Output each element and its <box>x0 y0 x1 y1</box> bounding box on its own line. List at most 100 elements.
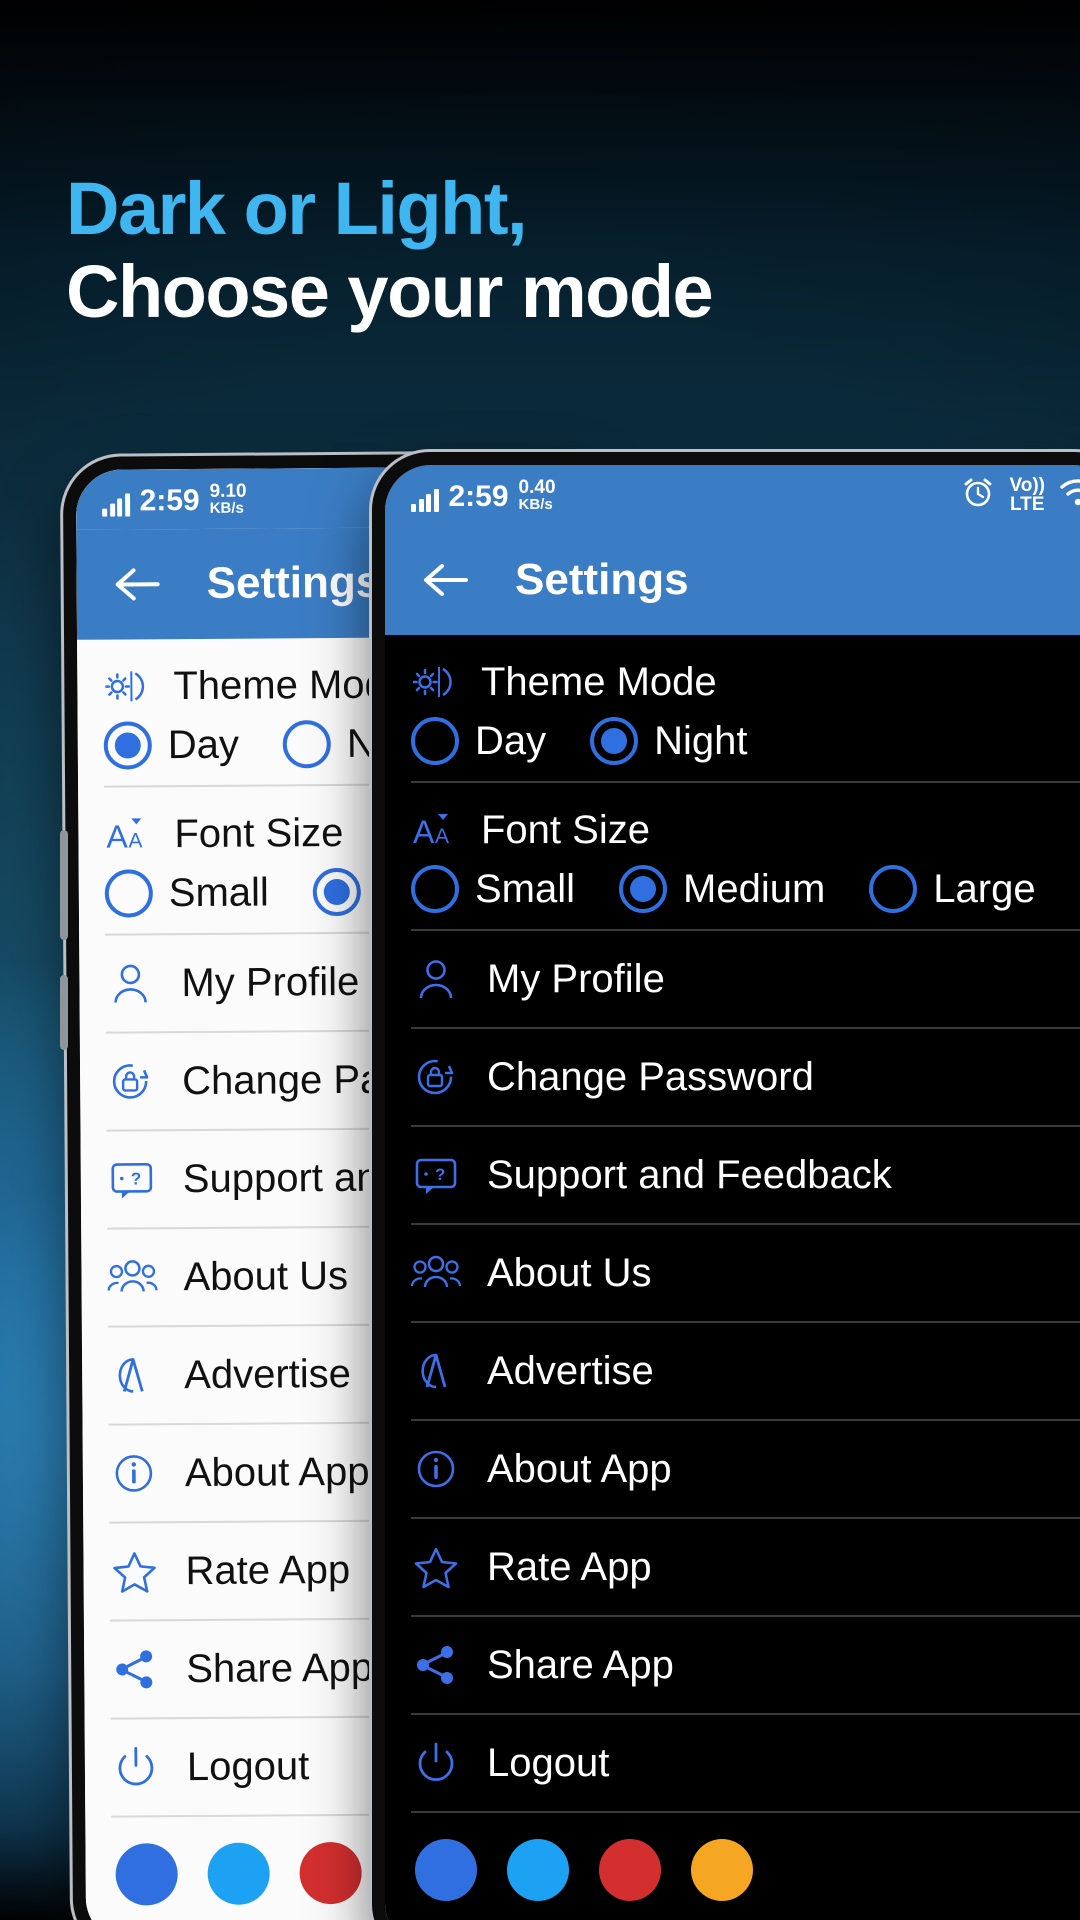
menu-label-light: Rate App <box>185 1547 351 1593</box>
headline: Dark or Light, Choose your mode <box>66 167 926 334</box>
netspeed-unit-light: KB/s <box>209 499 244 517</box>
radio-font-small-light[interactable]: Small <box>104 868 269 918</box>
status-time-dark: 2:59 <box>448 480 509 514</box>
info-icon <box>411 1444 461 1494</box>
menu-label-light: My Profile <box>181 959 360 1005</box>
phone-screen-bezel-dark: 2:59 0.40 KB/s Vo)) LTE Settings Theme M… <box>385 465 1080 1920</box>
star-icon <box>411 1542 461 1592</box>
social-dot[interactable] <box>415 1839 477 1901</box>
menu-item-support-feedback-dark[interactable]: ? Support and Feedback <box>385 1127 1080 1223</box>
menu-label-dark: Change Password <box>487 1054 814 1099</box>
theme-mode-section-dark: Theme Mode Day Night <box>385 635 1080 783</box>
power-icon <box>411 1738 461 1788</box>
menu-label-dark: Advertise <box>487 1348 654 1393</box>
menu-item-about-app-dark[interactable]: About App <box>385 1421 1080 1517</box>
menu-label-dark: Share App <box>487 1642 674 1687</box>
radio-font-large-dark[interactable]: Large <box>869 865 1036 913</box>
radio-font-medium-dark[interactable]: Medium <box>619 865 825 913</box>
headline-line-1: Dark or Light, <box>66 167 528 250</box>
megaphone-icon <box>108 1350 158 1400</box>
menu-label-dark: Logout <box>487 1740 610 1785</box>
group-icon <box>411 1248 461 1298</box>
phone-side-button-power[interactable] <box>60 975 68 1050</box>
radio-theme-day-light[interactable]: Day <box>103 721 240 770</box>
radio-button-large-dark[interactable] <box>869 865 918 913</box>
social-dot[interactable] <box>691 1839 753 1901</box>
svg-text:A: A <box>413 814 435 850</box>
status-netspeed-dark: 0.40 KB/s <box>518 476 556 514</box>
menu-item-change-password-dark[interactable]: Change Password <box>385 1029 1080 1125</box>
info-icon <box>109 1448 159 1498</box>
font-size-label-dark: Font Size <box>481 807 650 852</box>
menu-label-dark: About Us <box>487 1250 652 1295</box>
social-dot[interactable] <box>507 1839 569 1901</box>
signal-bars-icon <box>411 488 439 513</box>
back-arrow-icon[interactable] <box>417 552 473 608</box>
sun-moon-icon <box>411 657 461 707</box>
netspeed-value-dark: 0.40 <box>518 476 556 498</box>
radio-theme-day-dark[interactable]: Day <box>411 717 546 765</box>
radio-button-day-light[interactable] <box>103 721 152 770</box>
phone-mockup-dark: 2:59 0.40 KB/s Vo)) LTE Settings Theme M… <box>372 452 1080 1920</box>
menu-list-dark: My Profile Change Password ? Support and… <box>385 931 1080 1901</box>
chat-help-icon: ? <box>107 1154 157 1204</box>
radio-button-medium-dark[interactable] <box>619 865 668 913</box>
menu-item-my-profile-dark[interactable]: My Profile <box>385 931 1080 1027</box>
netspeed-value-light: 9.10 <box>209 480 247 502</box>
font-size-icon: A A <box>411 805 461 855</box>
status-netspeed-light: 9.10 KB/s <box>209 480 247 517</box>
radio-button-medium-light[interactable] <box>312 867 362 917</box>
radio-label-night-dark: Night <box>654 718 748 763</box>
social-dot[interactable] <box>599 1839 661 1901</box>
settings-content-dark: Theme Mode Day Night A A Font Size Small… <box>385 635 1080 1920</box>
radio-label-large-dark: Large <box>933 866 1036 911</box>
radio-theme-night-dark[interactable]: Night <box>590 717 748 765</box>
netspeed-unit-dark: KB/s <box>518 496 553 514</box>
network-lte-label: LTE <box>1009 494 1045 515</box>
radio-button-small-dark[interactable] <box>411 865 459 913</box>
menu-item-about-us-dark[interactable]: About Us <box>385 1225 1080 1321</box>
social-dot[interactable] <box>207 1842 270 1905</box>
social-dot[interactable] <box>299 1841 362 1905</box>
social-dot[interactable] <box>115 1843 178 1906</box>
status-bar-dark: 2:59 0.40 KB/s Vo)) LTE <box>385 465 1080 525</box>
svg-text:A: A <box>128 829 142 852</box>
font-size-header-dark: A A Font Size <box>385 783 1080 859</box>
font-size-icon: A A <box>104 809 154 859</box>
back-arrow-icon[interactable] <box>108 556 164 612</box>
group-icon <box>107 1252 158 1302</box>
status-bar-left-light: 2:59 9.10 KB/s <box>102 480 247 518</box>
share-icon <box>411 1640 461 1690</box>
menu-item-share-app-dark[interactable]: Share App <box>385 1617 1080 1713</box>
user-icon <box>411 954 461 1004</box>
lock-refresh-icon <box>106 1056 156 1106</box>
signal-bars-icon <box>102 493 130 517</box>
svg-text:A: A <box>435 825 449 848</box>
radio-label-day-light: Day <box>167 722 240 767</box>
radio-font-small-dark[interactable]: Small <box>411 865 575 913</box>
menu-item-logout-dark[interactable]: Logout <box>385 1715 1080 1811</box>
menu-item-advertise-dark[interactable]: Advertise <box>385 1323 1080 1419</box>
radio-button-night-dark[interactable] <box>590 717 639 765</box>
theme-mode-label-dark: Theme Mode <box>481 659 717 704</box>
theme-mode-header-dark: Theme Mode <box>385 635 1080 711</box>
radio-label-small-light: Small <box>168 869 269 915</box>
status-bar-right-dark: Vo)) LTE <box>961 475 1080 516</box>
radio-button-small-light[interactable] <box>104 869 153 918</box>
svg-text:?: ? <box>131 1169 142 1188</box>
radio-label-medium-dark: Medium <box>683 866 826 911</box>
settings-screen-dark: 2:59 0.40 KB/s Vo)) LTE Settings Theme M… <box>385 465 1080 1920</box>
menu-item-rate-app-dark[interactable]: Rate App <box>385 1519 1080 1615</box>
font-size-options-dark: Small Medium Large <box>385 859 1080 929</box>
page-title-light: Settings <box>206 557 381 608</box>
page-title-dark: Settings <box>515 555 689 604</box>
lock-refresh-icon <box>411 1052 461 1102</box>
radio-button-night-light[interactable] <box>282 720 332 769</box>
menu-label-light: Share App <box>186 1645 374 1691</box>
network-type-indicator: Vo)) LTE <box>1009 476 1045 514</box>
power-icon <box>111 1742 161 1792</box>
radio-button-day-dark[interactable] <box>411 717 459 765</box>
user-icon <box>105 958 155 1008</box>
phone-side-button-volume[interactable] <box>60 830 68 940</box>
wifi-icon <box>1059 477 1080 514</box>
